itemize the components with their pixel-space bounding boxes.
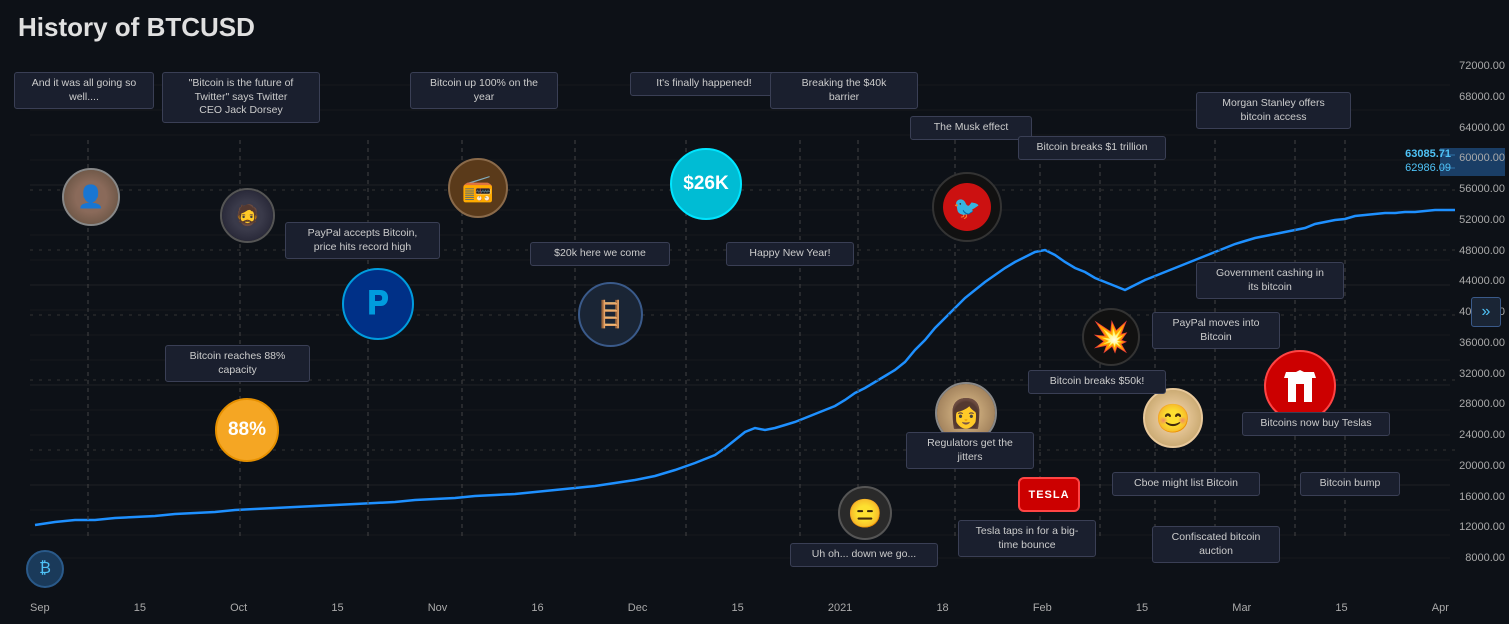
circle-crypto-logo: ₿ bbox=[26, 550, 64, 588]
annotation-tesla-buy: Bitcoins now buy Teslas bbox=[1242, 412, 1390, 436]
annotation-cboe: Cboe might list Bitcoin bbox=[1112, 472, 1260, 496]
annotation-finally: It's finally happened! bbox=[630, 72, 778, 96]
svg-text:🐦: 🐦 bbox=[953, 195, 980, 220]
annotation-going-well: And it was all going sowell.... bbox=[14, 72, 154, 109]
annotation-20k: $20k here we come bbox=[530, 242, 670, 266]
x-axis: Sep 15 Oct 15 Nov 16 Dec 15 2021 18 Feb … bbox=[30, 602, 1449, 614]
annotation-morgan: Morgan Stanley offersbitcoin access bbox=[1196, 92, 1351, 129]
circle-person-smiling: 😊 bbox=[1143, 388, 1203, 448]
price-low: 62986.09 bbox=[1405, 162, 1451, 174]
annotation-confiscated: Confiscated bitcoinauction bbox=[1152, 526, 1280, 563]
annotation-bump: Bitcoin bump bbox=[1300, 472, 1400, 496]
annotation-down: Uh oh... down we go... bbox=[790, 543, 938, 567]
circle-26k: $26K bbox=[670, 148, 742, 220]
circle-twitter-musk: 🐦 bbox=[932, 172, 1002, 242]
annotation-twitter-dorsey: "Bitcoin is the future ofTwitter" says T… bbox=[162, 72, 320, 123]
circle-ladder: 🪜 bbox=[578, 282, 643, 347]
circle-88: 88% bbox=[215, 398, 279, 462]
annotation-paypal: PayPal accepts Bitcoin,price hits record… bbox=[285, 222, 440, 259]
annotation-40k: Breaking the $40kbarrier bbox=[770, 72, 918, 109]
circle-tesla-badge: TESLA bbox=[1018, 477, 1080, 512]
annotation-govt: Government cashing inits bitcoin bbox=[1196, 262, 1344, 299]
annotation-trillion: Bitcoin breaks $1 trillion bbox=[1018, 136, 1166, 160]
circle-person1: 👤 bbox=[62, 168, 120, 226]
page-title: History of BTCUSD bbox=[18, 12, 255, 43]
circle-dorsey: 🧔 bbox=[220, 188, 275, 243]
price-high: 63085.71 bbox=[1405, 148, 1451, 160]
annotation-paypal2: PayPal moves intoBitcoin bbox=[1152, 312, 1280, 349]
annotation-88capacity: Bitcoin reaches 88%capacity bbox=[165, 345, 310, 382]
circle-jukebox: 📻 bbox=[448, 158, 508, 218]
nav-forward-button[interactable]: » bbox=[1471, 297, 1501, 327]
annotation-new-year: Happy New Year! bbox=[726, 242, 854, 266]
annotation-tesla-bounce: Tesla taps in for a big-time bounce bbox=[958, 520, 1096, 557]
annotation-regulators: Regulators get thejitters bbox=[906, 432, 1034, 469]
annotation-btc-100: Bitcoin up 100% on theyear bbox=[410, 72, 558, 109]
chart-container: History of BTCUSD bbox=[0, 0, 1509, 624]
circle-paypal: 𝐏 bbox=[342, 268, 414, 340]
circle-emoji-sad: 😑 bbox=[838, 486, 892, 540]
annotation-musk: The Musk effect bbox=[910, 116, 1032, 140]
annotation-50k: Bitcoin breaks $50k! bbox=[1028, 370, 1166, 394]
circle-explosion: 💥 bbox=[1082, 308, 1140, 366]
